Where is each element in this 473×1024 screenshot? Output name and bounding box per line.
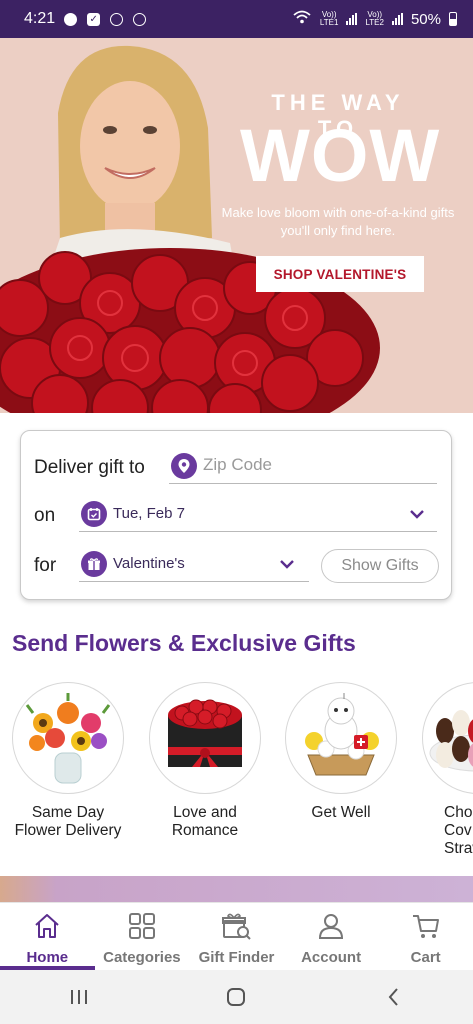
show-gifts-button[interactable]: Show Gifts xyxy=(321,549,439,583)
system-navigation-bar xyxy=(0,970,473,1024)
chevron-down-icon xyxy=(409,507,425,525)
on-label: on xyxy=(34,505,56,526)
category-love-and-romance[interactable]: Love and Romance xyxy=(143,682,267,840)
nav-label: Home xyxy=(26,949,69,966)
grid-icon xyxy=(128,913,155,939)
whatsapp-icon xyxy=(109,12,124,27)
hero-title: WOW xyxy=(240,114,441,197)
nav-gift-finder[interactable]: Gift Finder xyxy=(189,903,284,971)
status-right: Vo)) LTE1 Vo)) LTE2 50% xyxy=(292,9,457,29)
battery-percent: 50% xyxy=(410,10,441,28)
for-label: for xyxy=(34,555,57,576)
chevron-down-icon xyxy=(279,557,295,575)
cart-icon xyxy=(412,915,439,938)
person-icon xyxy=(319,914,344,939)
zip-code-input[interactable] xyxy=(203,453,433,477)
status-time: 4:21 xyxy=(24,10,56,27)
occasion-value: Valentine's xyxy=(113,555,185,572)
wifi-icon xyxy=(292,9,312,29)
deliver-label: Deliver gift to xyxy=(34,457,145,478)
network2-label: Vo)) LTE2 xyxy=(365,10,384,27)
shop-valentines-button[interactable]: SHOP VALENTINE'S xyxy=(256,256,424,292)
back-chevron-icon xyxy=(388,988,398,1006)
hero-banner[interactable]: THE WAY TO WOW Make love bloom with one-… xyxy=(0,38,473,413)
bottom-navigation: Home Categories Gift Finder Account Cart xyxy=(0,902,473,971)
delivery-form-card: Deliver gift to on Tue, Feb 7 for Valent… xyxy=(20,430,452,600)
flower-bouquet-image xyxy=(12,682,124,794)
skype-icon xyxy=(63,12,78,27)
date-underline xyxy=(79,531,437,532)
nav-cart[interactable]: Cart xyxy=(378,903,473,971)
category-label: Get Well xyxy=(311,804,371,821)
date-select[interactable]: Tue, Feb 7 xyxy=(79,497,437,532)
get-well-basket-image xyxy=(285,682,397,794)
strawberries-image xyxy=(422,682,473,794)
promo-banner-strip[interactable] xyxy=(0,876,473,902)
sync-icon xyxy=(132,12,147,27)
category-label: Love and Romance xyxy=(171,804,239,839)
occasion-select[interactable]: Valentine's xyxy=(79,547,309,582)
back-button[interactable] xyxy=(364,977,424,1017)
date-value: Tue, Feb 7 xyxy=(113,505,185,522)
nav-home[interactable]: Home xyxy=(0,903,95,971)
category-same-day-flower-delivery[interactable]: Same Day Flower Delivery xyxy=(6,682,130,840)
category-chocolate-covered-strawberries[interactable]: ChocCovStraw xyxy=(416,682,473,858)
nav-label: Account xyxy=(301,949,362,966)
category-get-well[interactable]: Get Well xyxy=(279,682,403,822)
home-icon xyxy=(35,914,59,938)
recent-apps-icon xyxy=(70,990,87,1004)
status-bar: 4:21 ✓ Vo)) LTE1 Vo)) LTE2 50% xyxy=(0,0,473,38)
nav-label: Categories xyxy=(103,949,181,966)
category-label: ChocCovStraw xyxy=(444,804,473,857)
status-left: 4:21 ✓ xyxy=(24,10,147,28)
checkbox-notification-icon: ✓ xyxy=(86,12,101,27)
category-label: Same Day Flower Delivery xyxy=(14,804,122,839)
nav-label: Gift Finder xyxy=(198,949,275,966)
home-square-icon xyxy=(227,988,246,1006)
nav-account[interactable]: Account xyxy=(284,903,379,971)
signal2-icon xyxy=(391,13,403,25)
section-title: Send Flowers & Exclusive Gifts xyxy=(12,630,356,656)
occasion-underline xyxy=(79,581,309,582)
gift-icon xyxy=(81,551,107,577)
home-system-button[interactable] xyxy=(206,977,266,1017)
network1-label: Vo)) LTE1 xyxy=(319,10,339,27)
hero-subtitle: Make love bloom with one-of-a-kind gifts… xyxy=(221,205,455,238)
signal1-icon xyxy=(346,13,358,25)
nav-label: Cart xyxy=(410,949,441,966)
location-pin-icon xyxy=(171,453,197,479)
gift-search-icon xyxy=(222,913,252,940)
rose-box-image xyxy=(149,682,261,794)
calendar-icon xyxy=(81,501,107,527)
nav-categories[interactable]: Categories xyxy=(95,903,190,971)
recent-apps-button[interactable] xyxy=(49,977,109,1017)
battery-icon xyxy=(449,12,457,26)
zip-underline xyxy=(169,483,437,484)
